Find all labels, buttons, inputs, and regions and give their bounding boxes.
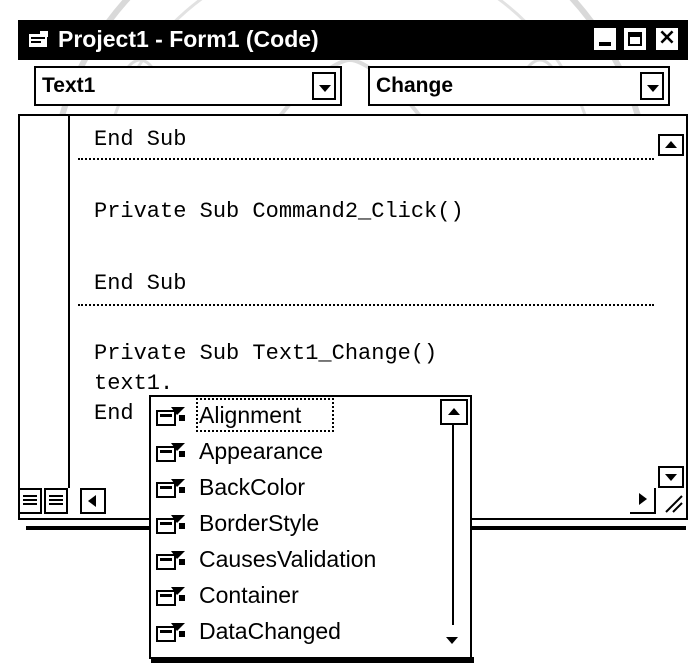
object-combo-value: Text1: [42, 74, 96, 97]
autocomplete-list[interactable]: Alignment Appearance BackColor BorderSty…: [149, 395, 472, 659]
list-item-label: Container: [199, 582, 299, 608]
object-combo[interactable]: Text1: [34, 66, 342, 106]
list-item-label: BackColor: [199, 474, 306, 500]
procedure-combo[interactable]: Change: [368, 66, 670, 106]
property-icon: [156, 515, 185, 534]
vertical-scrollbar[interactable]: [658, 134, 684, 488]
list-item-label: Appearance: [199, 438, 324, 464]
list-item-label: DataChanged: [199, 618, 341, 644]
screen: Project1 - Form1 (Code) × Text1 Change E…: [0, 0, 694, 666]
list-item-label: CausesValidation: [199, 546, 377, 572]
code-line: End Sub: [94, 271, 187, 296]
full-module-view-button[interactable]: [44, 488, 68, 514]
close-button[interactable]: ×: [654, 25, 680, 52]
property-icon: [156, 623, 185, 642]
scroll-up-icon[interactable]: [658, 134, 684, 156]
title-bar[interactable]: Project1 - Form1 (Code) ×: [18, 20, 688, 60]
code-line: End Sub: [94, 127, 187, 152]
list-item[interactable]: DataChanged: [155, 615, 435, 649]
procedure-view-icon: [23, 495, 37, 497]
code-line: Private Sub Text1_Change(): [94, 341, 438, 366]
list-item[interactable]: Appearance: [155, 435, 435, 469]
procedure-view-button[interactable]: [18, 488, 42, 514]
scroll-down-icon[interactable]: [440, 629, 468, 655]
window-title: Project1 - Form1 (Code): [58, 26, 319, 52]
list-item[interactable]: BackColor: [155, 471, 435, 505]
code-line: End: [94, 401, 134, 426]
list-item-label: Alignment: [195, 398, 335, 432]
list-item[interactable]: BorderStyle: [155, 507, 435, 541]
list-item[interactable]: Alignment: [155, 398, 435, 433]
property-icon: [156, 479, 185, 498]
margin-indicator-bar: [68, 116, 70, 488]
scroll-left-icon[interactable]: [80, 488, 106, 514]
close-icon: ×: [657, 25, 677, 50]
list-item-label: BorderStyle: [199, 510, 320, 536]
list-item[interactable]: CausesValidation: [155, 543, 435, 577]
maximize-icon: [628, 32, 642, 46]
chevron-down-icon[interactable]: [640, 72, 664, 100]
property-icon: [156, 443, 185, 462]
scroll-right-icon[interactable]: [630, 488, 656, 514]
property-icon: [156, 407, 185, 426]
property-icon: [156, 551, 185, 570]
property-icon: [156, 587, 185, 606]
code-window-icon: [29, 31, 48, 47]
resize-grip-icon[interactable]: [660, 490, 684, 514]
minimize-icon: [599, 42, 611, 46]
code-line: text1.: [94, 371, 174, 396]
full-module-view-icon: [49, 495, 63, 497]
minimize-button[interactable]: [592, 26, 618, 52]
code-line: Private Sub Command2_Click(): [94, 199, 464, 224]
chevron-down-icon[interactable]: [312, 72, 336, 100]
autocomplete-scrollbar[interactable]: [440, 399, 468, 655]
procedure-combo-value: Change: [376, 74, 454, 97]
list-item[interactable]: Container: [155, 579, 435, 613]
scroll-up-icon[interactable]: [440, 399, 468, 425]
maximize-button[interactable]: [622, 26, 648, 52]
scroll-track[interactable]: [452, 425, 454, 625]
